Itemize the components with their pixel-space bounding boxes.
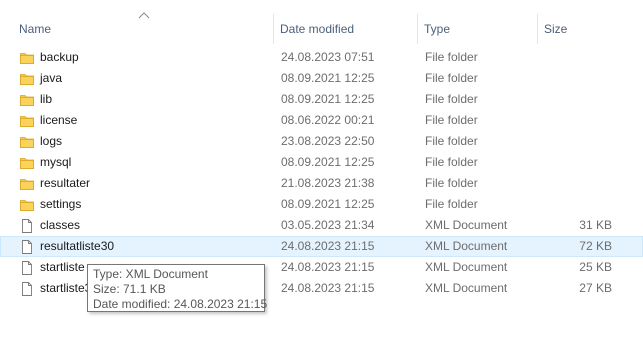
date-modified-cell: 24.08.2023 07:51 — [281, 50, 375, 64]
type-cell: XML Document — [425, 281, 508, 295]
date-modified-cell: 24.08.2023 21:15 — [281, 239, 375, 253]
size-cell: 72 KB — [579, 239, 612, 253]
item-name: classes — [40, 218, 81, 232]
type-cell: File folder — [425, 197, 478, 211]
folder-icon — [19, 71, 35, 87]
date-modified-cell: 08.09.2021 12:25 — [281, 92, 375, 106]
folder-row[interactable]: settings 08.09.2021 12:25 File folder — [0, 194, 643, 215]
date-modified-cell: 08.09.2021 12:25 — [281, 155, 375, 169]
item-name: startliste3 — [40, 281, 92, 295]
folder-icon — [19, 176, 35, 192]
item-name: settings — [40, 197, 82, 211]
item-name: backup — [40, 50, 79, 64]
column-header: Name Date modified Type Size — [0, 14, 643, 44]
folder-icon — [19, 113, 35, 129]
name-cell: resultatliste30 — [17, 237, 267, 256]
file-list: backup 24.08.2023 07:51 File folder java 08.… — [0, 47, 643, 299]
folder-row[interactable]: lib 08.09.2021 12:25 File folder — [0, 89, 643, 110]
folder-row[interactable]: backup 24.08.2023 07:51 File folder — [0, 47, 643, 68]
name-cell: mysql — [17, 153, 267, 172]
type-cell: XML Document — [425, 239, 508, 253]
folder-row[interactable]: logs 23.08.2023 22:50 File folder — [0, 131, 643, 152]
folder-row[interactable]: license 08.06.2022 00:21 File folder — [0, 110, 643, 131]
folder-icon — [19, 50, 35, 66]
name-cell: settings — [17, 195, 267, 214]
item-name: logs — [40, 134, 63, 148]
file-row[interactable]: resultatliste30 24.08.2023 21:15 XML Docum… — [0, 236, 643, 257]
type-cell: File folder — [425, 155, 478, 169]
name-cell: backup — [17, 48, 267, 67]
type-cell: File folder — [425, 92, 478, 106]
header-top-strip — [0, 0, 643, 14]
date-modified-cell: 21.08.2023 21:38 — [281, 176, 375, 190]
size-cell: 25 KB — [579, 260, 612, 274]
name-cell: license — [17, 111, 267, 130]
item-name: resultater — [40, 176, 91, 190]
item-name: license — [40, 113, 78, 127]
size-cell — [541, 48, 612, 67]
size-cell — [541, 111, 612, 130]
file-explorer-list: Name Date modified Type Size backup 24.08… — [0, 0, 643, 344]
tooltip-type: Type: XML Document — [93, 267, 208, 281]
type-cell: XML Document — [425, 218, 508, 232]
column-header-size[interactable]: Size — [538, 14, 618, 44]
type-cell: File folder — [425, 50, 478, 64]
file-icon — [19, 218, 35, 234]
date-modified-cell: 23.08.2023 22:50 — [281, 134, 375, 148]
name-cell: java — [17, 69, 267, 88]
date-modified-cell: 24.08.2023 21:15 — [281, 260, 375, 274]
size-cell — [541, 132, 612, 151]
folder-icon — [19, 197, 35, 213]
size-cell — [541, 69, 612, 88]
date-modified-cell: 03.05.2023 21:34 — [281, 218, 375, 232]
column-header-name[interactable]: Name — [13, 14, 274, 44]
type-cell: File folder — [425, 113, 478, 127]
item-name: java — [40, 71, 63, 85]
tooltip-size: Size: 71.1 KB — [93, 282, 166, 296]
item-name: mysql — [40, 155, 72, 169]
folder-row[interactable]: java 08.09.2021 12:25 File folder — [0, 68, 643, 89]
item-name: startliste — [40, 260, 85, 274]
type-cell: File folder — [425, 71, 478, 85]
folder-icon — [19, 134, 35, 150]
folder-row[interactable]: resultater 21.08.2023 21:38 File folder — [0, 173, 643, 194]
name-cell: lib — [17, 90, 267, 109]
name-cell: classes — [17, 216, 267, 235]
size-cell — [541, 195, 612, 214]
folder-row[interactable]: mysql 08.09.2021 12:25 File folder — [0, 152, 643, 173]
tooltip-date-modified: Date modified: 24.08.2023 21:15 — [93, 297, 268, 311]
type-cell: XML Document — [425, 260, 508, 274]
date-modified-cell: 08.06.2022 00:21 — [281, 113, 375, 127]
column-header-type[interactable]: Type — [418, 14, 538, 44]
name-cell: logs — [17, 132, 267, 151]
type-cell: File folder — [425, 176, 478, 190]
file-icon — [19, 239, 35, 255]
size-cell — [541, 90, 612, 109]
name-cell: resultater — [17, 174, 267, 193]
file-icon — [19, 260, 35, 276]
column-header-date-modified[interactable]: Date modified — [274, 14, 418, 44]
item-name: resultatliste30 — [40, 239, 115, 253]
size-cell — [541, 174, 612, 193]
size-cell: 31 KB — [579, 218, 612, 232]
date-modified-cell: 24.08.2023 21:15 — [281, 281, 375, 295]
file-icon — [19, 281, 35, 297]
file-row[interactable]: classes 03.05.2023 21:34 XML Document 31 KB — [0, 215, 643, 236]
date-modified-cell: 08.09.2021 12:25 — [281, 197, 375, 211]
folder-icon — [19, 92, 35, 108]
size-cell: 27 KB — [579, 281, 612, 295]
folder-icon — [19, 155, 35, 171]
date-modified-cell: 08.09.2021 12:25 — [281, 71, 375, 85]
file-info-tooltip: Type: XML Document Size: 71.1 KB Date mo… — [87, 264, 268, 312]
item-name: lib — [40, 92, 53, 106]
type-cell: File folder — [425, 134, 478, 148]
size-cell — [541, 153, 612, 172]
